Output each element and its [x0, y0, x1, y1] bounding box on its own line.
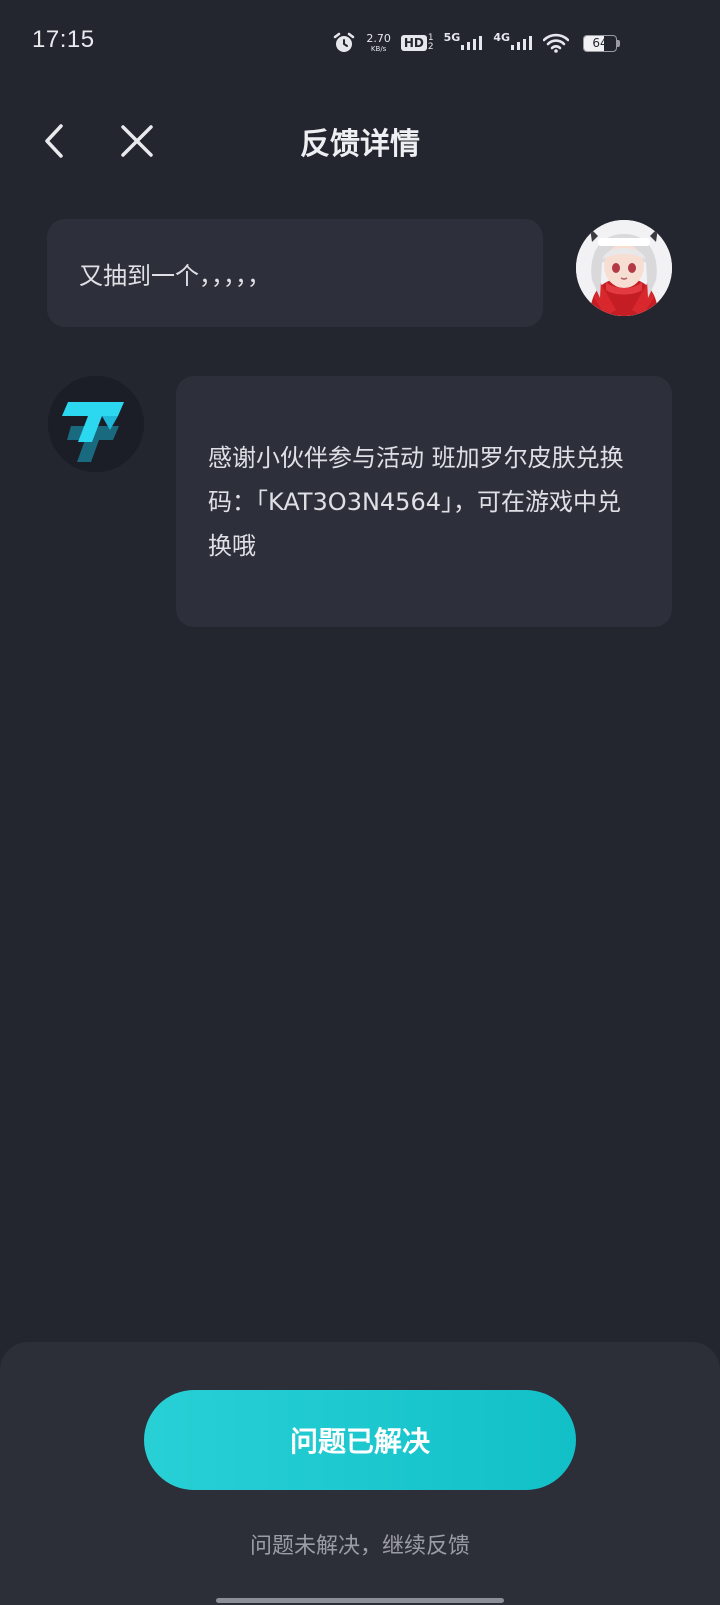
wifi-icon	[543, 33, 569, 53]
hd-label: HD	[400, 35, 427, 51]
hd-icon: HD 1 2	[400, 34, 434, 52]
user-avatar[interactable]	[576, 220, 672, 316]
user-message-bubble: 又抽到一个，，，，，	[47, 219, 543, 327]
battery-percent: 64	[592, 35, 608, 50]
user-message-text: 又抽到一个，，，，，	[79, 261, 271, 290]
lightning-t-logo-icon	[48, 376, 144, 472]
net-speed-value: 2.70	[366, 32, 391, 45]
alarm-icon	[332, 31, 356, 55]
signal-4g-icon: 4G	[493, 31, 533, 50]
status-time: 17:15	[32, 26, 95, 53]
bottom-action-sheet: 问题已解决 问题未解决，继续反馈	[0, 1342, 720, 1605]
page-title: 反馈详情	[300, 127, 420, 162]
network-label-4g: 4G	[493, 30, 510, 44]
bot-message-bubble: 感谢小伙伴参与活动 班加罗尔皮肤兑换码：「KAT3O3N4564」，可在游戏中兑…	[176, 376, 672, 627]
network-label-5g: 5G	[443, 30, 461, 44]
hd-sub-bottom: 2	[427, 42, 434, 52]
bot-message-text: 感谢小伙伴参与活动 班加罗尔皮肤兑换码：「KAT3O3N4564」，可在游戏中兑…	[208, 444, 624, 560]
battery-icon: 64	[579, 34, 620, 52]
status-bar: 17:15 2.70 KB/s HD 1 2 5G 4G 64	[0, 0, 720, 84]
status-icons: 2.70 KB/s HD 1 2 5G 4G 64	[332, 28, 620, 58]
header: 反馈详情	[0, 95, 720, 185]
bot-avatar[interactable]	[48, 376, 144, 472]
net-speed-unit: KB/s	[370, 45, 387, 53]
signal-5g-icon: 5G	[444, 31, 484, 50]
net-speed: 2.70 KB/s	[366, 32, 391, 54]
anime-girl-avatar-icon	[576, 220, 672, 316]
problem-resolved-button[interactable]: 问题已解决	[144, 1390, 576, 1490]
home-indicator[interactable]	[216, 1598, 504, 1603]
continue-feedback-link[interactable]: 问题未解决，继续反馈	[0, 1528, 720, 1560]
